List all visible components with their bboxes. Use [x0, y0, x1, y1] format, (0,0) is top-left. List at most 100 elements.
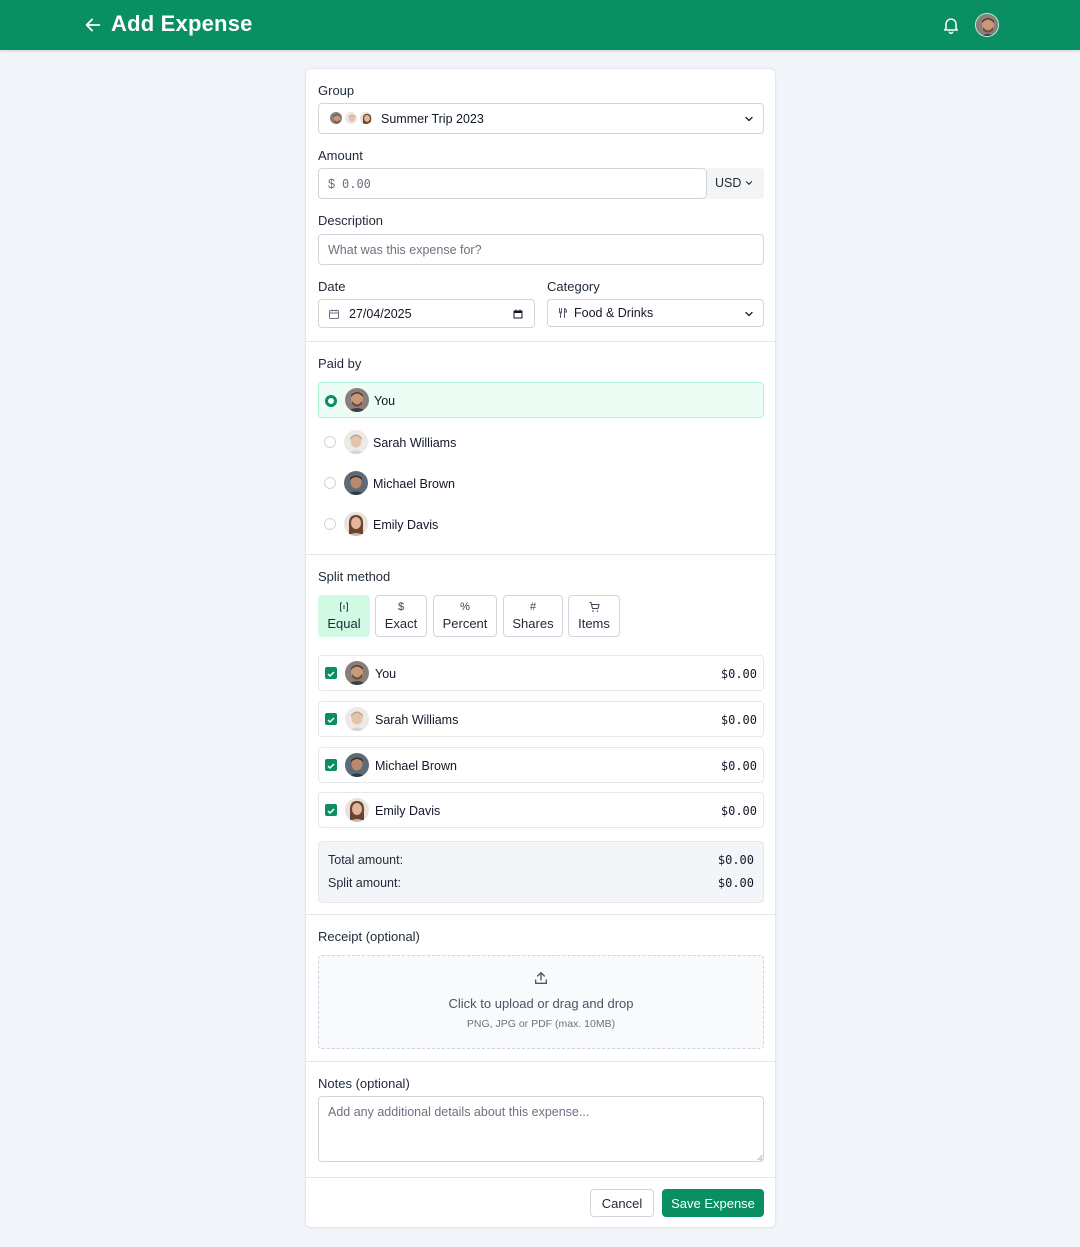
- member-name: Sarah Williams: [375, 713, 459, 727]
- currency-prefix: $: [328, 177, 335, 191]
- split-method-label: Split method: [318, 569, 391, 584]
- split-member-row: Sarah Williams $0.00: [318, 701, 764, 737]
- split-equal-button[interactable]: Equal: [318, 595, 370, 637]
- split-member-row: Emily Davis $0.00: [318, 792, 764, 828]
- payer-option-emily[interactable]: Emily Davis: [318, 506, 764, 542]
- upload-icon: [535, 972, 547, 984]
- app-header: Add Expense: [0, 0, 1080, 50]
- upload-secondary-text: PNG, JPG or PDF (max. 10MB): [466, 1018, 616, 1030]
- avatar: [345, 753, 369, 777]
- date-input[interactable]: 27/04/2025: [318, 299, 535, 328]
- save-expense-button[interactable]: Save Expense: [662, 1189, 764, 1217]
- payer-name: Michael Brown: [373, 477, 455, 491]
- currency-value: USD: [715, 176, 742, 190]
- member-checkbox[interactable]: [325, 804, 337, 816]
- avatar: [344, 111, 358, 125]
- avatar: [345, 661, 369, 685]
- receipt-label: Receipt (optional): [318, 929, 420, 944]
- section-divider: [306, 341, 775, 342]
- avatar: [344, 471, 368, 495]
- percent-icon: %: [460, 601, 470, 613]
- payer-radio[interactable]: [325, 395, 337, 407]
- payer-option-sarah[interactable]: Sarah Williams: [318, 424, 764, 460]
- amount-label: Amount: [318, 148, 363, 163]
- description-input[interactable]: What was this expense for?: [318, 234, 764, 265]
- split-label: Shares: [512, 616, 554, 631]
- split-percent-button[interactable]: % Percent: [433, 595, 497, 637]
- user-avatar[interactable]: [975, 13, 999, 37]
- amount-placeholder: 0.00: [342, 177, 371, 191]
- upload-primary-text: Click to upload or drag and drop: [448, 996, 634, 1011]
- calendar-icon: [329, 309, 339, 319]
- section-divider: [306, 914, 775, 915]
- split-label: Items: [578, 616, 610, 631]
- group-label: Group: [318, 83, 355, 98]
- split-member-row: Michael Brown $0.00: [318, 747, 764, 783]
- group-select[interactable]: Summer Trip 2023: [318, 103, 764, 134]
- group-value: Summer Trip 2023: [381, 112, 484, 126]
- payer-radio[interactable]: [324, 436, 336, 448]
- split-items-button[interactable]: Items: [568, 595, 620, 637]
- member-amount: $0.00: [720, 713, 757, 727]
- category-value: Food & Drinks: [574, 306, 654, 320]
- payer-radio[interactable]: [324, 477, 336, 489]
- bell-icon[interactable]: [941, 15, 961, 35]
- total-amount-value: $0.00: [717, 853, 754, 867]
- avatar: [345, 388, 369, 412]
- description-label: Description: [318, 213, 384, 228]
- notes-label: Notes (optional): [318, 1076, 410, 1091]
- split-exact-button[interactable]: $ Exact: [375, 595, 427, 637]
- split-summary: Total amount: $0.00 Split amount: $0.00: [318, 841, 764, 903]
- paid-by-label: Paid by: [318, 356, 362, 371]
- payer-option-you[interactable]: You: [318, 382, 764, 418]
- receipt-upload-dropzone[interactable]: Click to upload or drag and drop PNG, JP…: [318, 955, 764, 1049]
- member-checkbox[interactable]: [325, 713, 337, 725]
- hash-icon: #: [529, 601, 537, 613]
- expense-form-card: Group Summer Trip 2023 Amount $ 0.00 USD…: [305, 68, 776, 1228]
- member-name: Emily Davis: [375, 804, 441, 818]
- amount-input[interactable]: $ 0.00: [318, 168, 707, 199]
- member-checkbox[interactable]: [325, 667, 337, 679]
- page-title: Add Expense: [111, 11, 253, 36]
- member-amount: $0.00: [720, 759, 757, 773]
- resize-handle-icon[interactable]: [756, 1154, 763, 1161]
- payer-name: Sarah Williams: [373, 436, 457, 450]
- category-label: Category: [547, 279, 600, 294]
- brackets-icon: [319, 601, 369, 614]
- member-amount: $0.00: [720, 667, 757, 681]
- currency-select[interactable]: USD: [707, 168, 764, 199]
- category-select[interactable]: Food & Drinks: [547, 299, 764, 327]
- avatar: [344, 512, 368, 536]
- date-value: 27/04/2025: [349, 307, 412, 321]
- chevron-down-icon: [745, 311, 753, 317]
- member-name: You: [375, 667, 397, 681]
- member-name: Michael Brown: [375, 759, 457, 773]
- avatar: [359, 111, 373, 125]
- split-label: Equal: [327, 616, 361, 631]
- payer-name: Emily Davis: [373, 518, 439, 532]
- description-placeholder: What was this expense for?: [328, 243, 482, 257]
- chevron-down-icon: [745, 181, 753, 185]
- split-amount-label: Split amount:: [328, 876, 401, 890]
- section-divider: [306, 1177, 775, 1178]
- date-label: Date: [318, 279, 346, 294]
- notes-textarea[interactable]: Add any additional details about this ex…: [318, 1096, 764, 1162]
- avatar: [345, 707, 369, 731]
- payer-radio[interactable]: [324, 518, 336, 530]
- payer-name: You: [374, 394, 396, 408]
- total-amount-label: Total amount:: [328, 853, 404, 867]
- section-divider: [306, 1061, 775, 1062]
- avatar: [329, 111, 343, 125]
- payer-option-michael[interactable]: Michael Brown: [318, 465, 764, 501]
- split-label: Percent: [442, 616, 488, 631]
- cancel-button[interactable]: Cancel: [590, 1189, 654, 1217]
- split-amount-value: $0.00: [717, 876, 754, 890]
- member-amount: $0.00: [720, 804, 757, 818]
- utensils-icon: [559, 308, 568, 318]
- calendar-picker-icon[interactable]: [512, 308, 524, 320]
- arrow-left-icon[interactable]: [82, 14, 104, 36]
- cart-icon: [569, 601, 619, 614]
- split-member-row: You $0.00: [318, 655, 764, 691]
- member-checkbox[interactable]: [325, 759, 337, 771]
- split-shares-button[interactable]: # Shares: [503, 595, 563, 637]
